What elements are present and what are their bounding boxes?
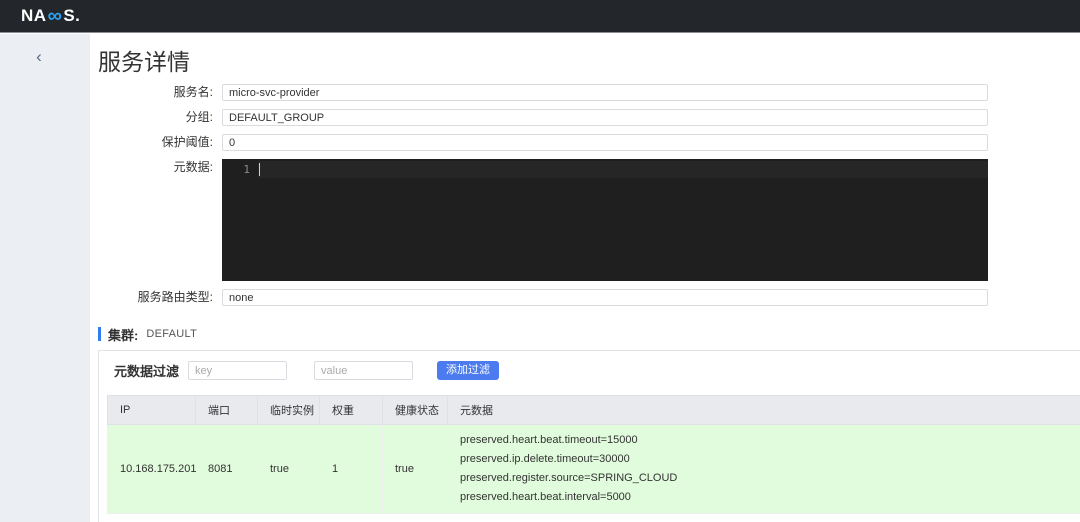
column-header-metadata: 元数据 <box>447 395 1080 425</box>
form-row-protect-threshold: 保护阈值: <box>90 134 1080 151</box>
instance-table: IP 端口 临时实例 权重 健康状态 元数据 10.168.175.201 80… <box>107 395 1080 514</box>
top-navbar: NA ∞ S. <box>0 0 1080 33</box>
filter-value-input[interactable] <box>314 361 414 380</box>
logo-text-suffix: S. <box>63 6 81 25</box>
infinity-icon: ∞ <box>47 4 63 27</box>
protect-threshold-label: 保护阈值: <box>161 135 213 149</box>
cell-weight: 1 <box>319 424 383 514</box>
form-row-service-name: 服务名: <box>90 84 1080 101</box>
instance-table-header-row: IP 端口 临时实例 权重 健康状态 元数据 <box>107 395 1080 425</box>
cluster-panel: 元数据过滤 添加过滤 IP 端口 临时实例 权重 健康状态 元数据 <box>98 350 1080 522</box>
form-row-group: 分组: <box>90 109 1080 126</box>
cell-ephemeral: true <box>257 424 320 514</box>
logo-text-prefix: NA <box>21 6 47 25</box>
cluster-accent-bar <box>98 327 101 341</box>
editor-cursor <box>259 163 260 176</box>
route-type-input[interactable] <box>222 289 988 306</box>
cell-healthy: true <box>382 424 448 514</box>
main-content: 服务详情 服务名: 分组: 保护阈值: 元数据: 1 服务路由类型: <box>90 34 1080 522</box>
service-detail-form: 服务名: 分组: 保护阈值: 元数据: 1 服务路由类型: <box>90 84 1080 306</box>
instance-table-row: 10.168.175.201 8081 true 1 true preserve… <box>107 424 1080 514</box>
metadata-entry: preserved.heart.beat.timeout=15000 <box>460 434 638 446</box>
form-row-metadata: 元数据: 1 <box>90 159 1080 281</box>
cluster-label: 集群: <box>108 327 139 343</box>
metadata-filter-bar: 元数据过滤 添加过滤 <box>114 361 1080 380</box>
collapse-back-icon[interactable]: ‹ <box>31 48 47 65</box>
group-input[interactable] <box>222 109 988 126</box>
metadata-label: 元数据: <box>173 160 213 174</box>
metadata-entry: preserved.register.source=SPRING_CLOUD <box>460 472 678 484</box>
group-label: 分组: <box>185 110 213 124</box>
route-type-label: 服务路由类型: <box>137 290 213 304</box>
cell-port: 8081 <box>195 424 258 514</box>
column-header-ephemeral: 临时实例 <box>257 395 320 425</box>
filter-key-input[interactable] <box>188 361 288 380</box>
nacos-logo[interactable]: NA ∞ S. <box>21 6 80 26</box>
cluster-section-header: 集群: DEFAULT <box>98 326 1080 343</box>
column-header-healthy: 健康状态 <box>382 395 448 425</box>
column-header-port: 端口 <box>195 395 258 425</box>
column-header-weight: 权重 <box>319 395 383 425</box>
cluster-name: DEFAULT <box>146 328 198 340</box>
protect-threshold-input[interactable] <box>222 134 988 151</box>
page-title: 服务详情 <box>98 49 190 75</box>
service-name-input[interactable] <box>222 84 988 101</box>
left-sidebar: ‹ <box>0 34 90 522</box>
cell-ip: 10.168.175.201 <box>107 424 196 514</box>
form-row-route-type: 服务路由类型: <box>90 289 1080 306</box>
metadata-code-editor[interactable]: 1 <box>222 159 988 281</box>
editor-current-line-highlight <box>258 161 988 178</box>
metadata-entry: preserved.ip.delete.timeout=30000 <box>460 453 630 465</box>
column-header-ip: IP <box>107 395 196 425</box>
cell-metadata: preserved.heart.beat.timeout=15000 prese… <box>447 424 1080 514</box>
add-filter-button[interactable]: 添加过滤 <box>437 361 500 380</box>
metadata-entry: preserved.heart.beat.interval=5000 <box>460 491 631 503</box>
metadata-filter-label: 元数据过滤 <box>114 364 180 379</box>
service-name-label: 服务名: <box>173 85 213 99</box>
editor-line-number: 1 <box>243 163 250 176</box>
